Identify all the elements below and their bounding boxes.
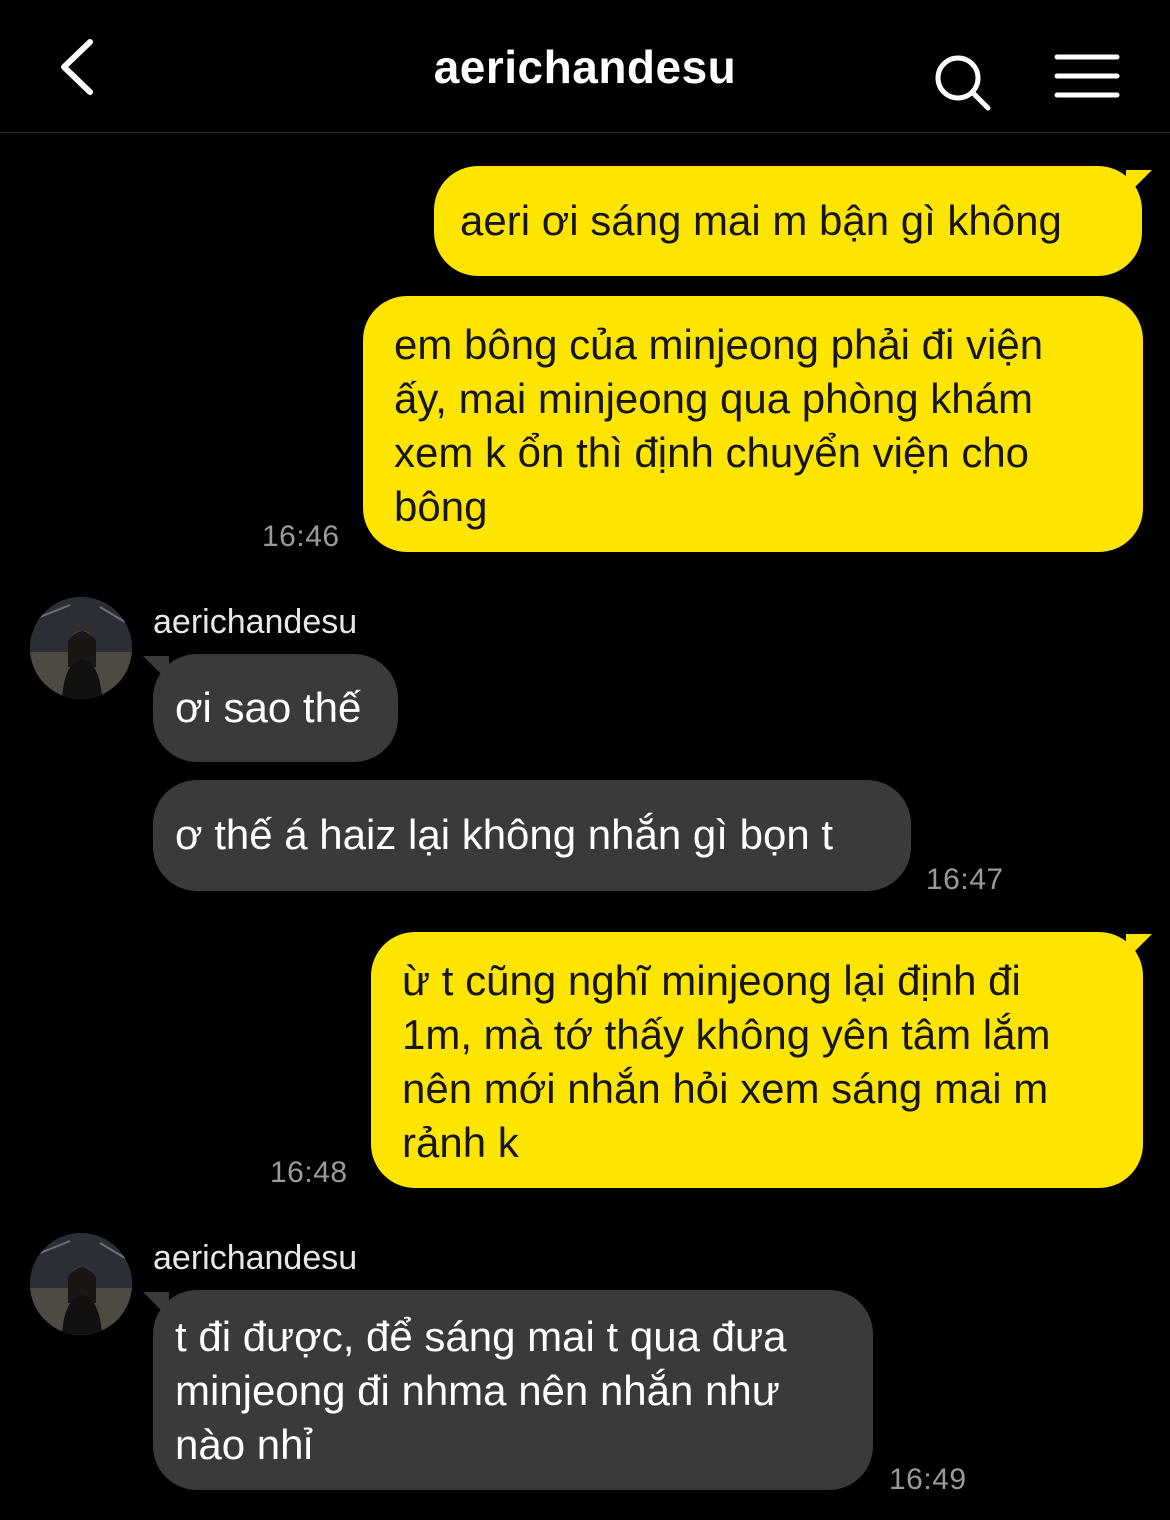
sender-name: aerichandesu (153, 603, 358, 641)
outgoing-message-bubble[interactable]: em bông của minjeong phải đi viện ấy, ma… (363, 296, 1143, 552)
message-timestamp: 16:48 (270, 1156, 348, 1189)
message-line: 1m, mà tớ thấy không yên tâm lắm (402, 1011, 1051, 1058)
message-timestamp: 16:49 (889, 1463, 967, 1496)
message-timestamp: 16:46 (262, 520, 340, 553)
chat-title: aerichandesu (433, 41, 737, 93)
bubble-tail (143, 656, 169, 682)
message-line: rảnh k (402, 1119, 519, 1166)
search-button[interactable] (930, 50, 994, 114)
message-line: xem k ổn thì định chuyển viện cho (394, 429, 1030, 476)
bubble-tail (143, 1292, 169, 1318)
incoming-message-bubble[interactable]: t đi được, để sáng mai t qua đưa minjeon… (153, 1290, 873, 1490)
message-line: ừ t cũng nghĩ minjeong lại định đi (402, 957, 1021, 1004)
bubble-tail (1126, 170, 1152, 196)
search-icon (935, 55, 991, 111)
profile-photo-icon (30, 1233, 132, 1335)
avatar[interactable] (30, 597, 132, 699)
hamburger-menu-icon (1054, 54, 1120, 98)
bubble-tail (1126, 934, 1152, 960)
message-line: nào nhỉ (175, 1421, 313, 1468)
outgoing-message-bubble[interactable]: ừ t cũng nghĩ minjeong lại định đi 1m, m… (371, 932, 1143, 1188)
message-line: ấy, mai minjeong qua phòng khám (394, 375, 1033, 422)
outgoing-message-bubble[interactable]: aeri ơi sáng mai m bận gì không (434, 166, 1142, 276)
message-line: em bông của minjeong phải đi viện (394, 321, 1044, 368)
sender-name: aerichandesu (153, 1239, 358, 1277)
message-line: t đi được, để sáng mai t qua đưa (175, 1313, 787, 1360)
message-text: aeri ơi sáng mai m bận gì không (460, 197, 1062, 244)
incoming-message-bubble[interactable]: ơi sao thế (153, 654, 398, 762)
message-timestamp: 16:47 (926, 863, 1004, 896)
chat-header: aerichandesu (0, 0, 1170, 133)
incoming-message-bubble[interactable]: ơ thế á haiz lại không nhắn gì bọn t (153, 780, 911, 891)
message-line: minjeong đi nhma nên nhắn như (175, 1367, 780, 1414)
menu-button[interactable] (1054, 52, 1120, 102)
message-text: ơi sao thế (175, 684, 362, 731)
avatar[interactable] (30, 1233, 132, 1335)
message-line: bông (394, 483, 488, 530)
message-line: nên mới nhắn hỏi xem sáng mai m (402, 1065, 1049, 1112)
message-text: ơ thế á haiz lại không nhắn gì bọn t (175, 811, 834, 858)
profile-photo-icon (30, 597, 132, 699)
